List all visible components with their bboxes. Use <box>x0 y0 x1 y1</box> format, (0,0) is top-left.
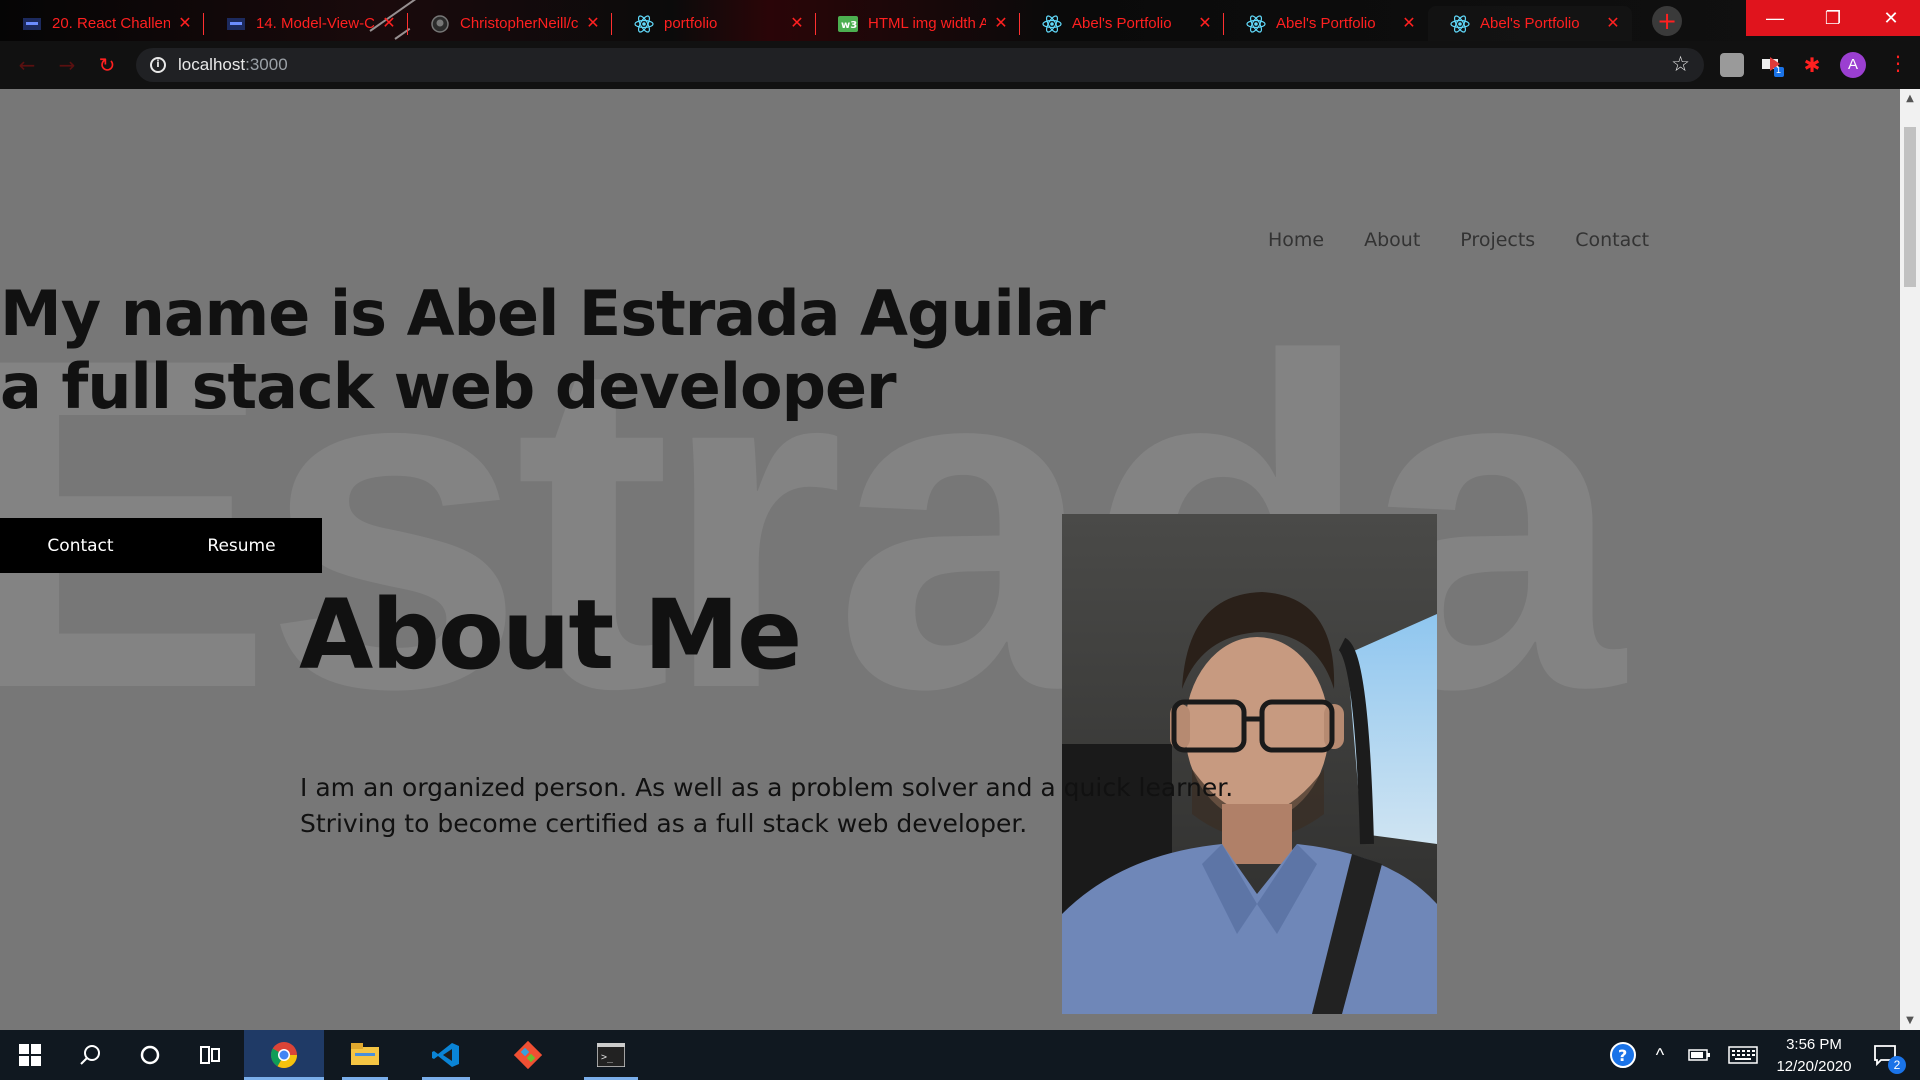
profile-photo <box>1062 514 1437 1014</box>
bookmark-star-icon[interactable]: ☆ <box>1671 52 1690 76</box>
address-bar[interactable]: i localhost:3000 ☆ <box>136 48 1704 82</box>
page-viewport: Estrada Home About Projects Contact My n… <box>0 89 1900 1030</box>
close-icon[interactable]: ✕ <box>1604 15 1622 33</box>
about-text: I am an organized person. As well as a p… <box>300 770 1233 842</box>
extensions-puzzle-icon[interactable]: ✱ <box>1800 53 1824 77</box>
menu-kebab-icon[interactable]: ⋮ <box>1888 51 1908 75</box>
battery-icon[interactable] <box>1686 1030 1714 1080</box>
tab-react-challenge[interactable]: 20. React Challeng ✕ <box>0 6 204 41</box>
nav-about[interactable]: About <box>1364 229 1420 251</box>
tab-github[interactable]: ChristopherNeill/c ✕ <box>408 6 612 41</box>
tab-title: portfolio <box>664 15 718 32</box>
hero-title: My name is Abel Estrada Aguilar a full s… <box>0 277 1105 423</box>
svg-text:?: ? <box>1618 1046 1627 1065</box>
url-port: :3000 <box>245 55 288 74</box>
close-icon[interactable]: ✕ <box>584 15 602 33</box>
chrome-icon[interactable] <box>244 1030 324 1080</box>
react-icon <box>1450 14 1470 34</box>
clock-date: 12/20/2020 <box>1776 1058 1852 1075</box>
start-icon[interactable] <box>6 1030 54 1080</box>
action-center-icon[interactable]: 2 <box>1866 1030 1906 1080</box>
vertical-scrollbar[interactable]: ▲ ▼ <box>1900 89 1920 1030</box>
github-icon <box>430 14 450 34</box>
extension-translate-icon[interactable] <box>1720 53 1744 77</box>
site-nav: Home About Projects Contact <box>1268 229 1689 251</box>
restore-button[interactable]: ❐ <box>1804 0 1862 36</box>
windows-taskbar: >_ ? ^ 3:56 PM 12/20/2020 2 <box>0 1030 1920 1080</box>
profile-avatar[interactable]: A <box>1840 52 1866 78</box>
resume-button[interactable]: Resume <box>161 518 322 573</box>
url-host: localhost <box>178 55 246 74</box>
back-button[interactable]: ← <box>12 50 42 80</box>
cortana-icon[interactable] <box>126 1030 174 1080</box>
nav-projects[interactable]: Projects <box>1460 229 1535 251</box>
file-explorer-icon[interactable] <box>334 1030 396 1080</box>
hero-line-2: a full stack web developer <box>0 350 897 423</box>
keyboard-icon[interactable] <box>1726 1030 1760 1080</box>
hero-line-1: My name is Abel Estrada Aguilar <box>0 277 1105 350</box>
new-tab-button[interactable]: + <box>1652 6 1682 36</box>
tab-title: 14. Model-View-C <box>256 15 374 32</box>
about-line-2: Striving to become certified as a full s… <box>300 809 1028 838</box>
tab-abels-portfolio-2[interactable]: Abel's Portfolio ✕ <box>1224 6 1428 41</box>
tab-abels-portfolio-1[interactable]: Abel's Portfolio ✕ <box>1020 6 1224 41</box>
close-icon[interactable]: ✕ <box>992 15 1010 33</box>
about-title: About Me <box>299 579 802 691</box>
tab-portfolio[interactable]: portfolio ✕ <box>612 6 816 41</box>
search-icon[interactable] <box>66 1030 114 1080</box>
udemy-icon <box>22 14 42 34</box>
close-window-button[interactable]: ✕ <box>1862 0 1920 36</box>
nav-home[interactable]: Home <box>1268 229 1324 251</box>
tab-title: 20. React Challeng <box>52 15 170 32</box>
svg-text:w3: w3 <box>841 20 857 31</box>
close-icon[interactable]: ✕ <box>176 15 194 33</box>
react-icon <box>1042 14 1062 34</box>
scroll-thumb[interactable] <box>1904 127 1916 287</box>
tab-model-view[interactable]: 14. Model-View-C ✕ <box>204 6 408 41</box>
tab-html-img-width[interactable]: w3 HTML img width A ✕ <box>816 6 1020 41</box>
close-icon[interactable]: ✕ <box>1196 15 1214 33</box>
tab-title: ChristopherNeill/c <box>460 15 578 32</box>
browser-toolbar: ← → ↻ i localhost:3000 ☆ 1 ✱ A ⋮ <box>0 41 1920 89</box>
close-icon[interactable]: ✕ <box>1400 15 1418 33</box>
svg-text:>_: >_ <box>601 1052 614 1063</box>
tab-title: HTML img width A <box>868 15 986 32</box>
tab-title: Abel's Portfolio <box>1276 15 1376 32</box>
extension-badge: 1 <box>1776 65 1782 75</box>
task-view-icon[interactable] <box>186 1030 234 1080</box>
taskbar-clock[interactable]: 3:56 PM 12/20/2020 <box>1764 1034 1864 1078</box>
terminal-icon[interactable]: >_ <box>576 1030 646 1080</box>
scroll-up-arrow[interactable]: ▲ <box>1904 93 1916 104</box>
git-icon[interactable] <box>496 1030 560 1080</box>
react-icon <box>634 14 654 34</box>
tab-strip: 20. React Challeng ✕ 14. Model-View-C ✕ … <box>0 0 1920 41</box>
clock-time: 3:56 PM <box>1786 1036 1842 1053</box>
notification-count-badge: 2 <box>1888 1056 1906 1074</box>
info-icon[interactable]: i <box>150 57 166 73</box>
tab-abels-portfolio-active[interactable]: Abel's Portfolio ✕ <box>1428 6 1632 41</box>
vscode-icon[interactable] <box>414 1030 478 1080</box>
nav-contact[interactable]: Contact <box>1575 229 1649 251</box>
udemy-icon <box>226 14 246 34</box>
minimize-button[interactable]: — <box>1746 0 1804 36</box>
tab-title: Abel's Portfolio <box>1480 15 1580 32</box>
close-icon[interactable]: ✕ <box>788 15 806 33</box>
reload-button[interactable]: ↻ <box>92 50 122 80</box>
contact-button[interactable]: Contact <box>0 518 161 573</box>
help-icon[interactable]: ? <box>1606 1030 1640 1080</box>
scroll-down-arrow[interactable]: ▼ <box>1904 1015 1916 1026</box>
cta-group: Contact Resume <box>0 518 322 573</box>
w3schools-icon: w3 <box>838 14 858 34</box>
extension-cast-icon[interactable]: 1 <box>1760 53 1784 77</box>
close-icon[interactable]: ✕ <box>380 15 398 33</box>
forward-button[interactable]: → <box>52 50 82 80</box>
tab-title: Abel's Portfolio <box>1072 15 1172 32</box>
react-icon <box>1246 14 1266 34</box>
show-hidden-icons-chevron-icon[interactable]: ^ <box>1648 1030 1672 1080</box>
about-line-1: I am an organized person. As well as a p… <box>300 773 1234 802</box>
